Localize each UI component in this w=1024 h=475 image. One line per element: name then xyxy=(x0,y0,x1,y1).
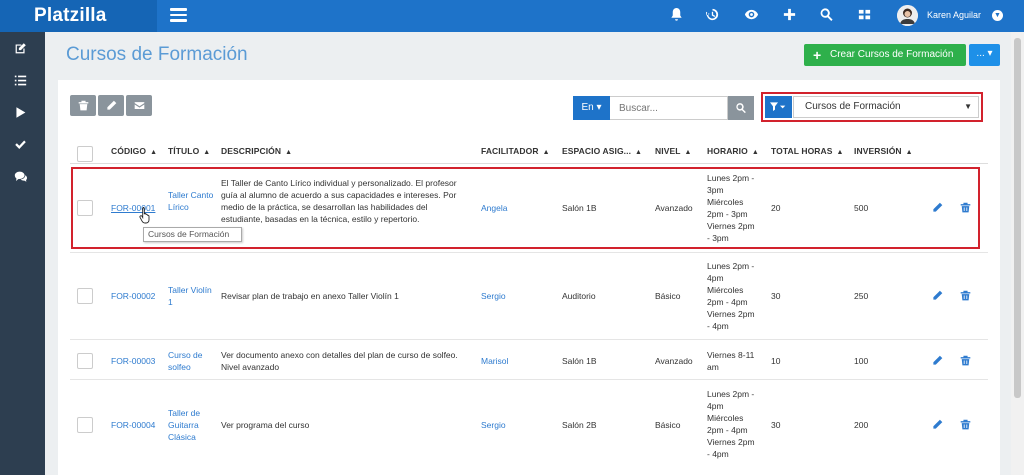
more-actions-button[interactable]: ... ▾ xyxy=(969,44,1000,66)
row-investment: 100 xyxy=(854,356,869,366)
row-level: Básico xyxy=(655,291,681,301)
delete-selected-button[interactable] xyxy=(70,95,96,116)
column-header-total-hours[interactable]: TOTAL HORAS ▲ xyxy=(771,146,844,156)
column-header-investment[interactable]: INVERSIÓN ▲ xyxy=(854,146,913,156)
row-checkbox[interactable] xyxy=(77,417,93,433)
envelope-icon xyxy=(134,102,145,109)
row-title-link[interactable]: Curso de solfeo xyxy=(168,349,214,373)
search-icon xyxy=(736,103,746,114)
row-code-link[interactable]: FOR-00003 xyxy=(111,355,155,367)
trash-icon xyxy=(78,100,89,111)
filter-view-select[interactable]: Cursos de Formación ▼ xyxy=(793,96,979,118)
user-name[interactable]: Karen Aguilar xyxy=(927,10,981,20)
page-scrollbar[interactable] xyxy=(1011,32,1024,475)
column-header-level[interactable]: NIVEL ▲ xyxy=(655,146,692,156)
row-total-hours: 30 xyxy=(771,291,781,301)
app-logo[interactable]: Platzilla xyxy=(0,0,157,32)
code-tooltip: Cursos de Formación xyxy=(143,227,242,242)
row-investment: 250 xyxy=(854,291,869,301)
hand-cursor-icon xyxy=(139,206,153,224)
row-schedule: Lunes 2pm -4pm Miércoles 2pm - 4pm Viernes … xyxy=(707,389,755,459)
row-delete-trash-icon[interactable] xyxy=(960,290,972,302)
row-edit-pencil-icon[interactable] xyxy=(932,290,944,302)
scrollbar-thumb[interactable] xyxy=(1014,38,1021,398)
play-icon[interactable] xyxy=(14,106,30,122)
row-delete-trash-icon[interactable] xyxy=(960,419,972,431)
user-menu-chevron-icon[interactable]: ▼ xyxy=(992,10,1003,21)
row-title-link[interactable]: Taller de Guitarra Clásica xyxy=(168,407,214,443)
column-header-facilitator[interactable]: FACILITADOR ▲ xyxy=(481,146,550,156)
user-avatar[interactable] xyxy=(897,5,918,26)
history-icon[interactable] xyxy=(703,7,721,25)
apps-grid-icon[interactable] xyxy=(855,7,873,25)
page-title: Cursos de Formación xyxy=(66,44,248,65)
notifications-bell-icon[interactable] xyxy=(667,7,685,25)
row-facilitator-link[interactable]: Marisol xyxy=(481,355,508,367)
create-course-button[interactable]: + Crear Cursos de Formación xyxy=(804,44,966,66)
row-facilitator-link[interactable]: Sergio xyxy=(481,419,506,431)
filter-button[interactable] xyxy=(765,96,792,118)
column-header-code[interactable]: CÓDIGO ▲ xyxy=(111,146,157,156)
add-plus-icon[interactable] xyxy=(780,7,798,25)
row-checkbox[interactable] xyxy=(77,288,93,304)
row-space: Salón 1B xyxy=(562,356,597,366)
column-header-schedule[interactable]: HORARIO ▲ xyxy=(707,146,759,156)
email-selected-button[interactable] xyxy=(126,95,152,116)
row-level: Avanzado xyxy=(655,356,693,366)
dropdown-arrow-icon: ▼ xyxy=(964,102,972,111)
row-edit-pencil-icon[interactable] xyxy=(932,419,944,431)
row-checkbox[interactable] xyxy=(77,353,93,369)
row-description: Ver programa del curso xyxy=(221,420,310,430)
row-edit-pencil-icon[interactable] xyxy=(932,355,944,367)
sidebar xyxy=(0,32,45,475)
row-delete-trash-icon[interactable] xyxy=(960,355,972,367)
create-course-label: Crear Cursos de Formación xyxy=(830,49,954,60)
search-icon[interactable] xyxy=(817,7,835,25)
pencil-icon xyxy=(107,100,117,110)
row-description: Ver documento anexo con detalles del pla… xyxy=(221,350,458,372)
row-space: Salón 2B xyxy=(562,420,597,430)
row-facilitator-link[interactable]: Sergio xyxy=(481,290,506,302)
row-total-hours: 10 xyxy=(771,356,781,366)
row-level: Básico xyxy=(655,420,681,430)
row-divider xyxy=(70,339,988,340)
edit-selected-button[interactable] xyxy=(98,95,124,116)
row-title-link[interactable]: Taller Violín 1 xyxy=(168,284,214,308)
checkmark-icon[interactable] xyxy=(14,138,30,154)
filter-selected-value: Cursos de Formación xyxy=(805,101,901,112)
language-select-button[interactable]: En ▾ xyxy=(573,96,610,120)
plus-icon: + xyxy=(813,47,822,63)
row-code-link[interactable]: FOR-00004 xyxy=(111,419,155,431)
filter-highlight-box: Cursos de Formación ▼ xyxy=(761,92,983,122)
row-divider xyxy=(70,252,988,253)
row-investment: 200 xyxy=(854,420,869,430)
filter-funnel-icon xyxy=(770,102,786,111)
search-input[interactable] xyxy=(610,96,728,120)
row-description: Revisar plan de trabajo en anexo Taller … xyxy=(221,291,399,301)
list-icon[interactable] xyxy=(14,74,30,90)
select-all-checkbox[interactable] xyxy=(77,146,93,162)
row-space: Auditorio xyxy=(562,291,596,301)
edit-square-icon[interactable] xyxy=(14,42,30,58)
view-eye-icon[interactable] xyxy=(742,7,760,25)
column-header-description[interactable]: DESCRIPCIÓN ▲ xyxy=(221,146,292,156)
search-submit-button[interactable] xyxy=(728,96,754,120)
row-total-hours: 30 xyxy=(771,420,781,430)
column-header-title[interactable]: TÍTULO ▲ xyxy=(168,146,210,156)
top-bar: Platzilla Karen Aguilar ▼ xyxy=(0,0,1024,32)
row-schedule: Lunes 2pm -4pm Miércoles 2pm - 4pm Viernes … xyxy=(707,261,755,331)
chat-bubbles-icon[interactable] xyxy=(14,170,30,186)
menu-toggle-icon[interactable] xyxy=(170,8,187,22)
column-header-space[interactable]: ESPACIO ASIG... ▲ xyxy=(562,146,642,156)
row-divider xyxy=(70,379,988,380)
header-divider xyxy=(70,163,988,164)
row-code-link[interactable]: FOR-00002 xyxy=(111,290,155,302)
row-schedule: Viernes 8-11 am xyxy=(707,350,755,372)
